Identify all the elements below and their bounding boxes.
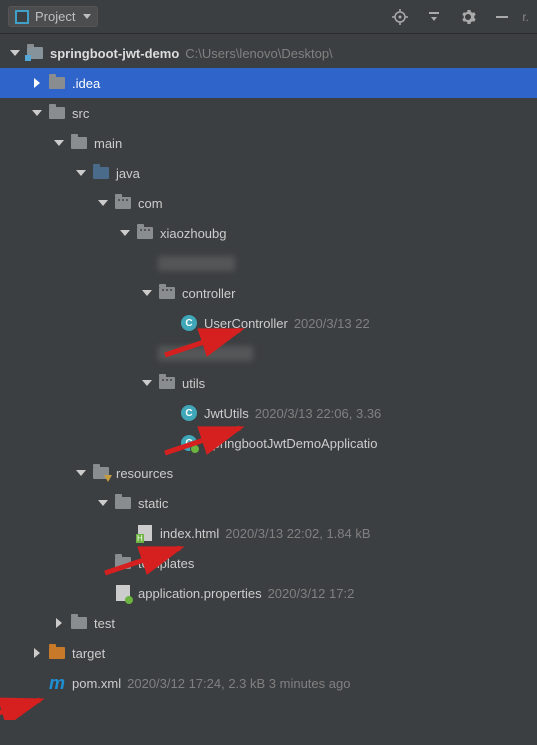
project-toolbar: Project r. [0,0,537,34]
tree-item-pom[interactable]: m pom.xml 2020/3/12 17:24, 2.3 kB 3 minu… [0,668,537,698]
item-label: src [72,106,89,121]
item-label: .idea [72,76,100,91]
item-label: utils [182,376,205,391]
expander-icon[interactable] [74,466,88,480]
tree-item-idea[interactable]: .idea [0,68,537,98]
expander-icon[interactable] [118,226,132,240]
item-label: controller [182,286,235,301]
item-meta: 2020/3/12 17:2 [268,586,355,601]
package-icon [136,225,154,241]
expander-icon[interactable] [96,196,110,210]
tree-item-test[interactable]: test [0,608,537,638]
tree-item-controller[interactable]: controller [0,278,537,308]
folder-icon [70,135,88,151]
expander-icon[interactable] [30,76,44,90]
expander-icon[interactable] [30,106,44,120]
tree-root[interactable]: springboot-jwt-demo C:\Users\lenovo\Desk… [0,38,537,68]
item-label: UserController [204,316,288,331]
item-label: templates [138,556,194,571]
item-label: com [138,196,163,211]
class-icon: C [180,405,198,421]
item-label: application.properties [138,586,262,601]
folder-icon [114,555,132,571]
expander-icon[interactable] [96,496,110,510]
dropdown-arrow-icon [83,14,91,19]
item-label: static [138,496,168,511]
expander-icon[interactable] [52,616,66,630]
package-icon [158,285,176,301]
collapse-all-icon[interactable] [420,4,448,30]
folder-icon [70,615,88,631]
tree-item-xiaozhoubg[interactable]: xiaozhoubg [0,218,537,248]
source-folder-icon [92,165,110,181]
class-icon: C [180,315,198,331]
tree-item-static[interactable]: static [0,488,537,518]
folder-icon [114,495,132,511]
right-edge-text: r. [522,10,529,24]
tree-item-user-controller[interactable]: C UserController 2020/3/13 22 [0,308,537,338]
expander-icon[interactable] [140,286,154,300]
tree-item-src[interactable]: src [0,98,537,128]
tree-item-main[interactable]: main [0,128,537,158]
item-label: resources [116,466,173,481]
item-label: xiaozhoubg [160,226,227,241]
item-meta: 2020/3/13 22:02, 1.84 kB [225,526,370,541]
item-label: java [116,166,140,181]
module-folder-icon [26,45,44,61]
item-label: pom.xml [72,676,121,691]
item-label: test [94,616,115,631]
tree-item-templates[interactable]: templates [0,548,537,578]
item-meta: 2020/3/13 22:06, 3.36 [255,406,382,421]
item-label: SpringbootJwtDemoApplicatio [204,436,377,451]
target-folder-icon [48,645,66,661]
project-tree: springboot-jwt-demo C:\Users\lenovo\Desk… [0,34,537,698]
package-icon [114,195,132,211]
tree-item-com[interactable]: com [0,188,537,218]
tree-item-app-props[interactable]: application.properties 2020/3/12 17:2 [0,578,537,608]
tree-item-hidden[interactable]: ████ [0,248,537,278]
expander-icon[interactable] [8,46,22,60]
redacted-label: ████ [158,256,235,271]
expander-icon[interactable] [140,376,154,390]
tree-item-utils[interactable]: utils [0,368,537,398]
tree-item-target[interactable]: target [0,638,537,668]
tree-item-resources[interactable]: resources [0,458,537,488]
root-path: C:\Users\lenovo\Desktop\ [185,46,332,61]
root-name: springboot-jwt-demo [50,46,179,61]
expander-icon[interactable] [74,166,88,180]
html-file-icon [136,525,154,541]
project-window-icon [15,10,29,24]
tree-item-java[interactable]: java [0,158,537,188]
item-label: main [94,136,122,151]
tree-item-index-html[interactable]: index.html 2020/3/13 22:02, 1.84 kB [0,518,537,548]
tree-item-hidden[interactable]: ██████ [0,338,537,368]
item-label: JwtUtils [204,406,249,421]
locate-icon[interactable] [386,4,414,30]
tree-item-app-class[interactable]: C SpringbootJwtDemoApplicatio [0,428,537,458]
maven-file-icon: m [48,675,66,691]
properties-file-icon [114,585,132,601]
hide-icon[interactable] [488,4,516,30]
item-label: target [72,646,105,661]
resources-folder-icon [92,465,110,481]
redacted-label: ██████ [158,346,253,361]
item-meta: 2020/3/13 22 [294,316,370,331]
expander-icon[interactable] [52,136,66,150]
item-label: index.html [160,526,219,541]
folder-icon [48,105,66,121]
tree-item-jwt-utils[interactable]: C JwtUtils 2020/3/13 22:06, 3.36 [0,398,537,428]
project-view-selector[interactable]: Project [8,6,98,27]
folder-icon [48,75,66,91]
gear-icon[interactable] [454,4,482,30]
item-meta: 2020/3/12 17:24, 2.3 kB 3 minutes ago [127,676,350,691]
project-view-label: Project [35,9,75,24]
expander-icon[interactable] [30,646,44,660]
package-icon [158,375,176,391]
springboot-class-icon: C [180,435,198,451]
